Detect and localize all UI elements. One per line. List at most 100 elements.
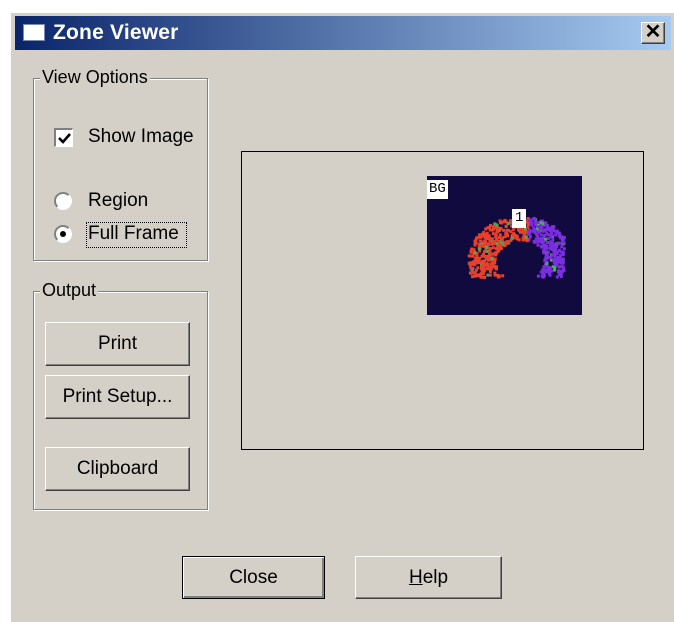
zone-pixel bbox=[546, 227, 550, 231]
view-options-legend: View Options bbox=[40, 67, 150, 88]
zone-pixel bbox=[477, 273, 481, 277]
zone-pixel bbox=[543, 259, 547, 263]
close-window-button[interactable]: ✕ bbox=[641, 22, 665, 44]
zone-pixel bbox=[476, 236, 480, 240]
zone-pixel bbox=[521, 230, 525, 234]
zone-pixel bbox=[529, 218, 533, 222]
zone-pixel bbox=[493, 257, 497, 261]
output-legend: Output bbox=[40, 280, 99, 301]
zone-pixel bbox=[479, 235, 482, 239]
zone-pixel bbox=[485, 262, 489, 265]
zone-pixel bbox=[542, 274, 546, 278]
zone-pixel bbox=[484, 257, 488, 261]
zone-pixel bbox=[507, 228, 511, 232]
zone-pixel bbox=[496, 230, 500, 234]
zone-pixel bbox=[469, 261, 473, 265]
zone-pixel bbox=[526, 217, 530, 220]
zone-pixel bbox=[485, 245, 489, 249]
zone-pixel bbox=[504, 220, 508, 224]
zone-pixel bbox=[539, 239, 543, 243]
zone-pixel bbox=[524, 235, 528, 239]
print-button[interactable]: Print bbox=[45, 322, 190, 366]
zone-pixel bbox=[491, 241, 495, 245]
zone-pixel bbox=[485, 249, 489, 253]
zone-pixel bbox=[537, 230, 541, 234]
zone-pixel bbox=[541, 236, 545, 240]
zone-pixel bbox=[562, 247, 566, 251]
zone-pixel bbox=[504, 242, 508, 246]
close-button[interactable]: Close bbox=[182, 556, 325, 599]
zone-pixel bbox=[479, 239, 483, 243]
zone-pixel bbox=[536, 235, 540, 239]
zone-pixel bbox=[541, 222, 545, 226]
app-icon bbox=[23, 24, 45, 41]
zone-pixel bbox=[546, 250, 550, 254]
zone-pixel bbox=[482, 267, 486, 271]
zone-pixel bbox=[470, 266, 474, 270]
zone-pixel bbox=[557, 234, 561, 238]
zone-pixel bbox=[474, 261, 478, 265]
zone-pixel bbox=[526, 225, 530, 229]
zone-pixel bbox=[555, 245, 559, 249]
zone-pixel bbox=[487, 255, 491, 259]
show-image-checkbox[interactable] bbox=[54, 128, 73, 147]
zone-pixel bbox=[483, 276, 487, 279]
clipboard-button[interactable]: Clipboard bbox=[45, 447, 190, 491]
zone-pixel bbox=[495, 267, 498, 271]
help-label: elp bbox=[422, 566, 449, 588]
zone-pixel bbox=[527, 230, 531, 234]
radio-selected-dot bbox=[60, 231, 66, 237]
zone-pixel bbox=[471, 254, 475, 258]
help-button[interactable]: Help bbox=[355, 556, 502, 599]
zone-pixel bbox=[484, 227, 488, 231]
zone-pixel bbox=[482, 254, 485, 258]
zone-pixel bbox=[561, 250, 565, 254]
zone-pixel bbox=[501, 274, 505, 278]
zone-pixel bbox=[489, 223, 492, 227]
zone-pixel bbox=[491, 232, 495, 236]
zone-pixel bbox=[504, 224, 508, 228]
zone-pixel bbox=[529, 235, 532, 239]
zone-pixel bbox=[498, 236, 501, 240]
zone-pixel bbox=[533, 229, 537, 233]
zone-pixel bbox=[553, 262, 557, 266]
zone-pixel bbox=[533, 220, 537, 224]
zone-pixel bbox=[487, 242, 491, 246]
zone-pixel bbox=[536, 221, 540, 224]
zone-pixel bbox=[482, 250, 486, 253]
zone-pixel bbox=[498, 233, 502, 237]
zone-1-tag-text: 1 bbox=[515, 210, 524, 226]
zone-pixel bbox=[497, 275, 500, 279]
zone-pixel bbox=[545, 262, 549, 266]
print-setup-button[interactable]: Print Setup... bbox=[45, 375, 190, 419]
zone-pixel bbox=[489, 268, 492, 272]
zone-1-tag: 1 bbox=[512, 209, 527, 228]
zone-pixel bbox=[547, 265, 551, 269]
zone-pixel bbox=[500, 238, 504, 242]
full-frame-label[interactable]: Full Frame bbox=[88, 223, 179, 245]
zone-pixel bbox=[490, 257, 494, 261]
title-bar[interactable]: Zone Viewer ✕ bbox=[15, 16, 671, 50]
zone-pixel bbox=[562, 241, 566, 245]
zone-pixel bbox=[559, 261, 563, 265]
zone-pixel bbox=[556, 256, 560, 259]
zone-pixel bbox=[551, 227, 555, 231]
zone-preview-frame: BG 1 bbox=[241, 151, 644, 450]
zone-pixel bbox=[551, 258, 555, 262]
zone-pixel bbox=[482, 260, 485, 264]
zone-pixel bbox=[549, 233, 553, 237]
zone-pixel bbox=[545, 223, 549, 227]
zone-pixel bbox=[495, 238, 499, 241]
zone-pixel bbox=[532, 226, 536, 230]
zone-pixel bbox=[482, 263, 486, 267]
zone-pixel bbox=[548, 273, 552, 277]
region-label[interactable]: Region bbox=[88, 190, 148, 212]
show-image-label[interactable]: Show Image bbox=[88, 126, 194, 148]
zone-pixel bbox=[561, 238, 565, 242]
zone-pixel bbox=[483, 241, 487, 245]
full-frame-radio[interactable] bbox=[54, 225, 72, 243]
zone-pixel bbox=[548, 246, 552, 250]
help-mnemonic: H bbox=[408, 566, 423, 588]
zone-pixel bbox=[542, 249, 546, 253]
region-radio[interactable] bbox=[54, 192, 72, 210]
